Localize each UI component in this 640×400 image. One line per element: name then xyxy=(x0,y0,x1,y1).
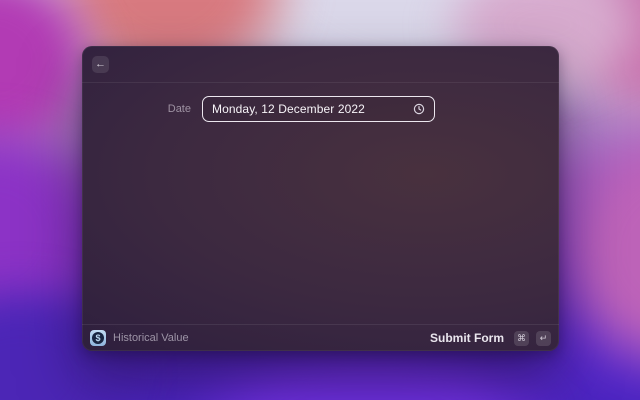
dollar-coin-icon: $ xyxy=(92,332,104,344)
extension-name: Historical Value xyxy=(113,332,189,344)
window-header: ← xyxy=(82,46,559,83)
return-key-icon: ↵ xyxy=(536,330,551,346)
date-field-label: Date xyxy=(167,103,191,115)
date-form-row: Date Monday, 12 December 2022 xyxy=(82,96,559,122)
launcher-window: ← Date Monday, 12 December 2022 $ Histor… xyxy=(82,46,559,351)
date-picker-field[interactable]: Monday, 12 December 2022 xyxy=(202,96,435,122)
clock-icon[interactable] xyxy=(413,103,425,115)
form-area: Date Monday, 12 December 2022 xyxy=(82,83,559,324)
date-field-value: Monday, 12 December 2022 xyxy=(212,102,365,116)
window-footer: $ Historical Value Submit Form ⌘ ↵ xyxy=(82,324,559,351)
extension-icon: $ xyxy=(90,330,106,346)
submit-form-button[interactable]: Submit Form xyxy=(430,331,504,345)
back-button[interactable]: ← xyxy=(92,55,109,73)
back-arrow-icon: ← xyxy=(95,57,106,70)
command-key-icon: ⌘ xyxy=(514,330,529,346)
